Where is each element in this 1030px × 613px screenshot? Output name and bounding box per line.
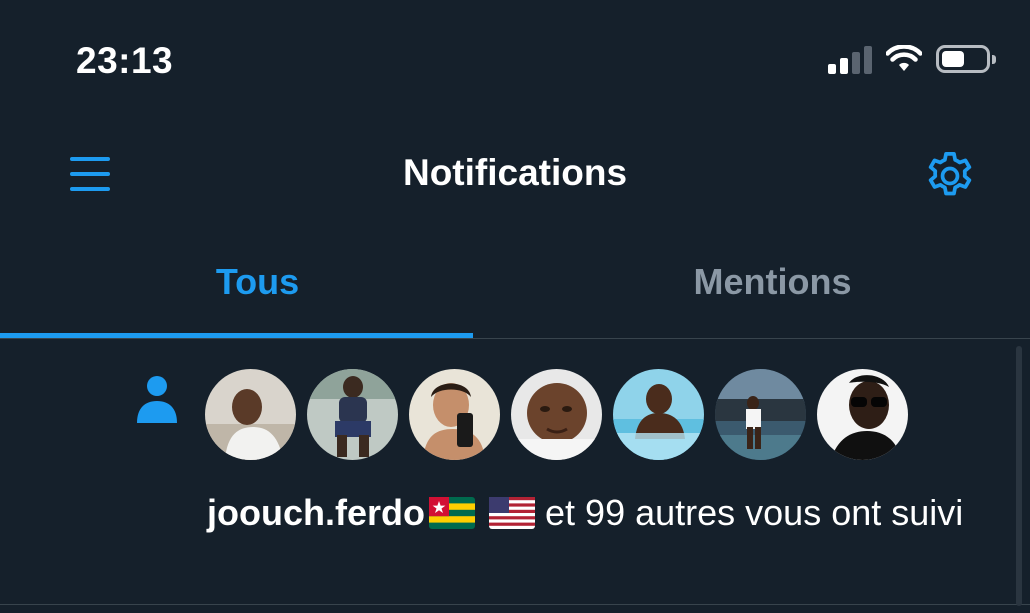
divider bbox=[0, 604, 1030, 605]
notifications-screen: 23:13 Notifications Tous Mentions joouch… bbox=[0, 0, 1030, 613]
notification-message: et 99 autres vous ont suivi bbox=[535, 492, 964, 533]
scrollbar[interactable] bbox=[1016, 346, 1022, 606]
tab-mentions[interactable]: Mentions bbox=[515, 238, 1030, 338]
avatar[interactable] bbox=[205, 369, 296, 460]
battery-icon bbox=[936, 45, 996, 73]
notification-item[interactable]: joouch.ferdo et 99 autres vous ont suivi bbox=[0, 339, 1030, 603]
status-icons bbox=[828, 44, 996, 74]
avatar[interactable] bbox=[715, 369, 806, 460]
status-time: 23:13 bbox=[76, 40, 174, 81]
tab-tous[interactable]: Tous bbox=[0, 238, 515, 338]
notification-tabs: Tous Mentions bbox=[0, 238, 1030, 338]
page-title: Notifications bbox=[402, 152, 628, 193]
follower-avatars bbox=[205, 369, 908, 460]
avatar[interactable] bbox=[613, 369, 704, 460]
cellular-signal-icon bbox=[828, 44, 872, 74]
flag-usa-icon bbox=[489, 497, 536, 529]
avatar[interactable] bbox=[409, 369, 500, 460]
wifi-icon bbox=[886, 45, 922, 71]
avatar[interactable] bbox=[817, 369, 908, 460]
username[interactable]: joouch.ferdo bbox=[207, 492, 425, 533]
avatar[interactable] bbox=[307, 369, 398, 460]
gear-icon[interactable] bbox=[922, 148, 978, 204]
flag-togo-icon bbox=[429, 497, 475, 529]
notification-text: joouch.ferdo et 99 autres vous ont suivi bbox=[207, 489, 987, 537]
avatar[interactable] bbox=[511, 369, 602, 460]
person-follow-icon bbox=[137, 376, 177, 423]
